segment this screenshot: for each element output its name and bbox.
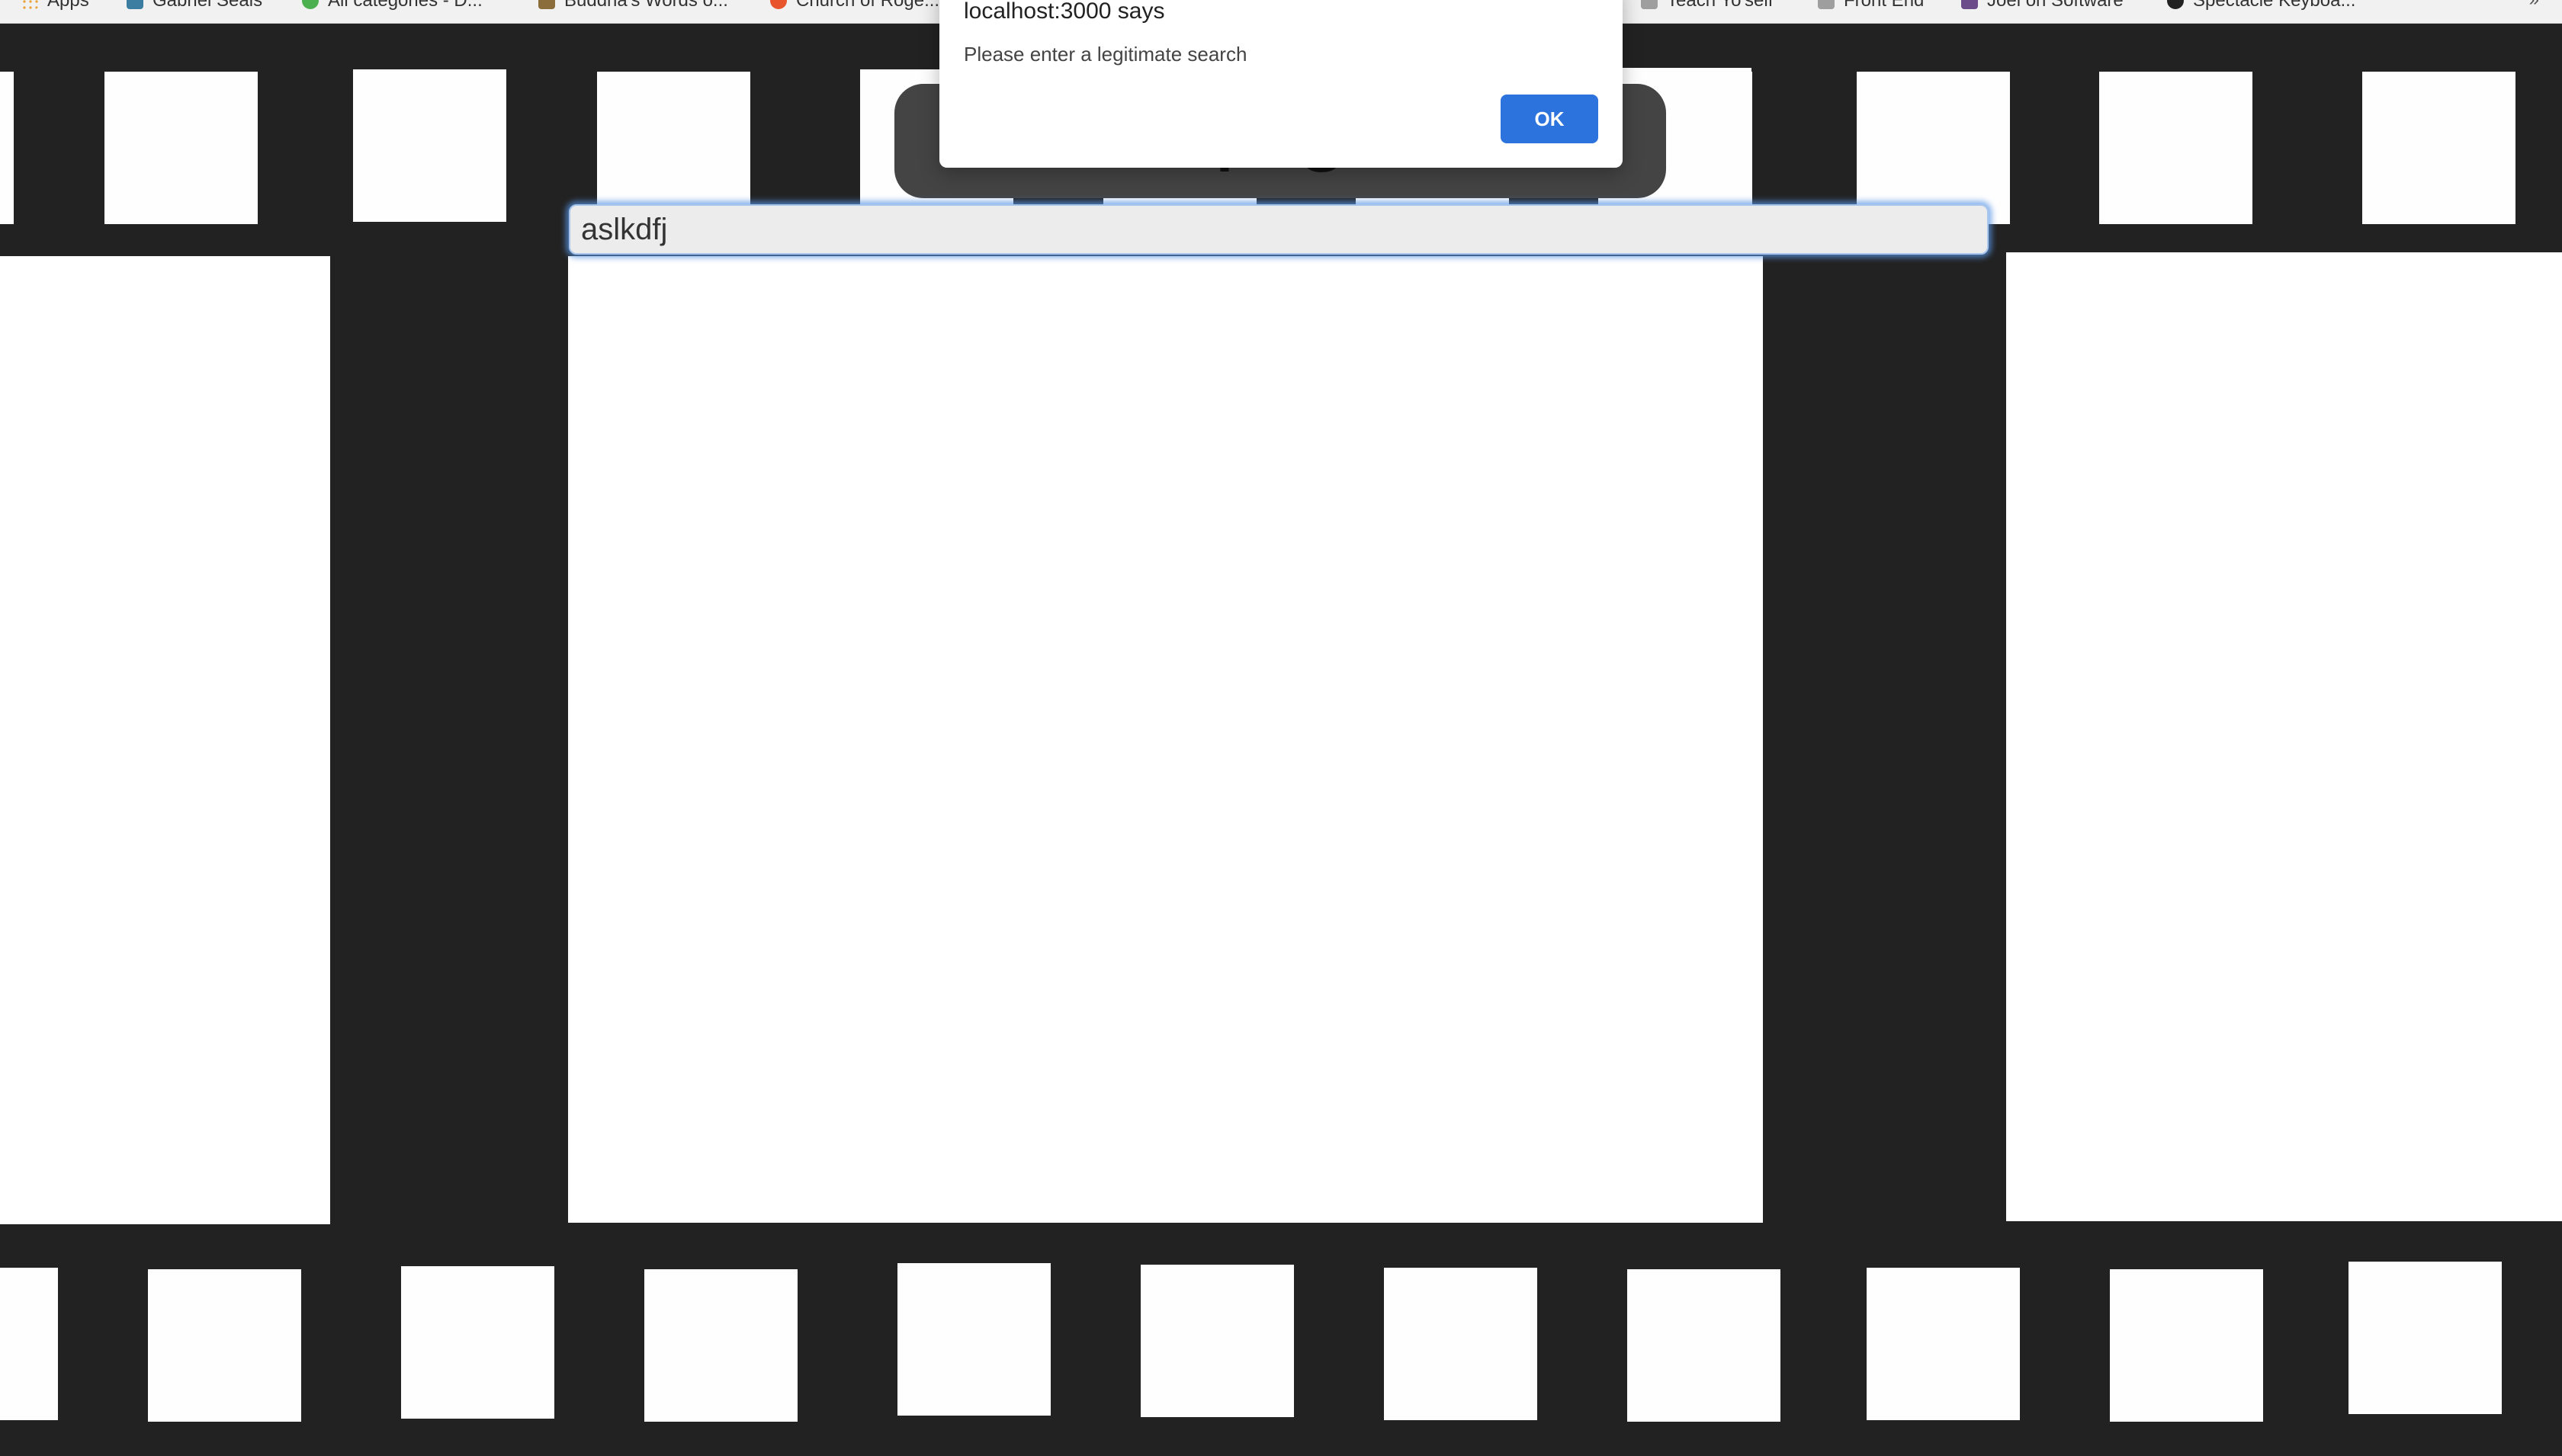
- bookmark-favicon-icon: [770, 0, 787, 9]
- dialog-message: Please enter a legitimate search: [964, 43, 1247, 66]
- bookmark-label: Buddha's Words o...: [564, 0, 728, 11]
- folder-icon: [1641, 0, 1658, 9]
- bookmark-label: Front End: [1844, 0, 1925, 11]
- film-frame: [568, 256, 1763, 1223]
- film-sprocket-hole: [2110, 1269, 2263, 1422]
- film-sprocket-hole: [1384, 1268, 1537, 1420]
- film-sprocket-hole: [2348, 1262, 2502, 1414]
- film-frame: [0, 256, 330, 1224]
- dialog-title: localhost:3000 says: [964, 0, 1165, 24]
- film-sprocket-hole: [401, 1266, 554, 1419]
- bookmarks-overflow-button[interactable]: »: [2529, 0, 2539, 11]
- bookmark-buddhas-words[interactable]: Buddha's Words o...: [538, 0, 728, 12]
- film-sprocket-hole: [2362, 72, 2515, 224]
- bookmark-all-categories[interactable]: All categories - D...: [302, 0, 483, 12]
- bookmark-label: All categories - D...: [328, 0, 483, 11]
- apps-grid-icon: [21, 0, 38, 9]
- ok-button[interactable]: OK: [1501, 95, 1598, 143]
- bookmark-gabriel-seals[interactable]: Gabriel Seals: [127, 0, 262, 12]
- film-sprocket-hole: [897, 1263, 1051, 1416]
- bookmark-apps[interactable]: Apps: [21, 0, 89, 12]
- bookmark-front-end[interactable]: Front End: [1818, 0, 1924, 12]
- film-frame: [2006, 252, 2562, 1221]
- film-sprocket-hole: [1867, 1268, 2020, 1420]
- folder-icon: [1818, 0, 1835, 9]
- bookmark-label: Joel on Software: [1987, 0, 2124, 11]
- bookmark-teach-yoself[interactable]: Teach Yo'self: [1641, 0, 1773, 12]
- bookmark-joel-on-software[interactable]: Joel on Software: [1961, 0, 2124, 12]
- film-sprocket-hole: [148, 1269, 301, 1422]
- bookmark-church-of-roger[interactable]: Church of Roge...: [770, 0, 939, 12]
- film-sprocket-hole: [1627, 1269, 1780, 1422]
- film-sprocket-hole: [0, 72, 14, 224]
- bookmark-label: Apps: [47, 0, 89, 11]
- github-icon: [2167, 0, 2184, 9]
- film-sprocket-hole: [1857, 72, 2010, 224]
- film-sprocket-hole: [104, 72, 258, 224]
- film-sprocket-hole: [2099, 72, 2252, 224]
- bookmark-favicon-icon: [538, 0, 555, 9]
- film-sprocket-hole: [597, 72, 750, 224]
- bookmark-label: Spectacle Keyboa...: [2193, 0, 2356, 11]
- film-sprocket-hole: [353, 69, 506, 222]
- bookmark-favicon-icon: [1961, 0, 1978, 9]
- bookmark-label: Gabriel Seals: [152, 0, 263, 11]
- film-sprocket-hole: [0, 1268, 58, 1420]
- bookmark-favicon-icon: [302, 0, 319, 9]
- film-sprocket-hole: [1141, 1265, 1294, 1417]
- bookmark-favicon-icon: [127, 0, 143, 9]
- bookmark-spectacle[interactable]: Spectacle Keyboa...: [2167, 0, 2355, 12]
- bookmark-label: Teach Yo'self: [1667, 0, 1774, 11]
- alert-dialog: localhost:3000 says Please enter a legit…: [939, 0, 1623, 168]
- search-input[interactable]: [569, 204, 1989, 255]
- bookmark-label: Church of Roge...: [796, 0, 940, 11]
- film-sprocket-hole: [644, 1269, 798, 1422]
